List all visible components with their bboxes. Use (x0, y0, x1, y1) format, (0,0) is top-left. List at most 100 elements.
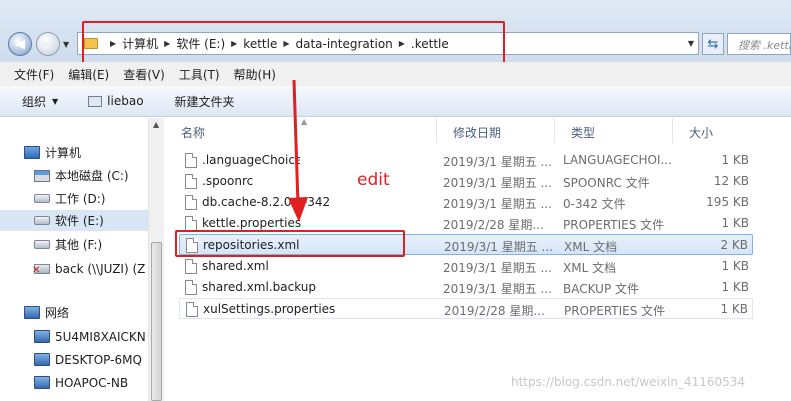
file-type: 0-342 文件 (563, 197, 626, 211)
scrollbar-thumb[interactable] (151, 242, 162, 401)
file-type: SPOONRC 文件 (563, 176, 650, 190)
recent-pages-chevron-icon[interactable]: ▼ (63, 40, 69, 49)
navigation-pane: 计算机 本地磁盘 (C:) 工作 (D:) 软件 (E:) 其他 (F:) ba… (0, 118, 148, 401)
file-size: 1 KB (720, 302, 748, 316)
back-button[interactable]: ◀ (8, 32, 32, 56)
computer-icon (34, 330, 50, 343)
column-header-date[interactable]: 修改日期 (437, 118, 555, 143)
annotation-arrow (288, 79, 308, 222)
computer-icon (34, 353, 50, 366)
menu-tools[interactable]: 工具(T) (179, 66, 220, 83)
file-icon (185, 216, 197, 231)
file-name: shared.xml (202, 259, 269, 273)
sidebar-item-label: 5U4MI8XAICKN (55, 329, 146, 344)
sidebar-item-network-drive-z[interactable]: back (\\JUZI) (Z (32, 258, 146, 279)
file-size: 1 KB (721, 280, 749, 294)
column-header-size[interactable]: 大小 (673, 118, 753, 143)
file-name: xulSettings.properties (203, 302, 336, 316)
column-header-type[interactable]: 类型 (555, 118, 673, 143)
menu-view[interactable]: 查看(V) (123, 66, 165, 83)
chevron-down-icon: ▼ (52, 96, 59, 106)
sidebar-item-drive-e[interactable]: 软件 (E:) (0, 210, 148, 231)
refresh-icon: ⇆ (707, 36, 719, 52)
file-size: 195 KB (706, 195, 749, 209)
file-icon (185, 153, 197, 168)
file-row[interactable]: db.cache-8.2.0.0-342 2019/3/1 星期五 ... 0-… (179, 192, 753, 213)
sidebar-item-host[interactable]: 5U4MI8XAICKN (34, 326, 146, 347)
file-row[interactable]: .languageChoice 2019/3/1 星期五 ... LANGUAG… (179, 150, 753, 171)
file-size: 1 KB (721, 153, 749, 167)
menu-help[interactable]: 帮助(H) (234, 66, 276, 83)
file-name: .spoonrc (202, 174, 254, 188)
file-date: 2019/2/28 星期... (444, 304, 545, 318)
file-date: 2019/3/1 星期五 ... (443, 282, 552, 296)
menu-bar: 文件(F) 编辑(E) 查看(V) 工具(T) 帮助(H) (0, 62, 791, 86)
forward-button[interactable]: ▶ (36, 32, 60, 56)
sidebar-item-drive-f[interactable]: 其他 (F:) (34, 234, 102, 255)
sidebar-item-label: HOAPOC-NB (55, 375, 129, 390)
liebao-button[interactable]: liebao (88, 94, 144, 108)
file-type: XML 文档 (564, 240, 618, 254)
sidebar-item-label: DESKTOP-6MQ (55, 352, 142, 367)
scroll-up-icon[interactable]: ▲ (153, 120, 159, 129)
sidebar-item-computer[interactable]: 计算机 (24, 142, 81, 163)
liebao-label: liebao (107, 94, 144, 108)
file-icon (186, 302, 198, 317)
arrow-shaft (292, 79, 300, 206)
file-row[interactable]: shared.xml.backup 2019/3/1 星期五 ... BACKU… (179, 277, 753, 298)
sidebar-item-host[interactable]: DESKTOP-6MQ (34, 349, 142, 370)
file-size: 1 KB (721, 259, 749, 273)
local-disk-icon (34, 169, 50, 182)
forward-arrow-icon: ▶ (43, 36, 53, 52)
sidebar-item-label: 计算机 (45, 146, 82, 160)
sidebar-item-host[interactable]: HOAPOC-NB (34, 372, 128, 393)
drive-icon (34, 194, 50, 203)
file-type: LANGUAGECHOI... (563, 153, 672, 167)
file-size: 12 KB (713, 174, 749, 188)
organize-button[interactable]: 组织 ▼ (22, 93, 58, 110)
menu-file[interactable]: 文件(F) (14, 66, 54, 83)
file-list: ▲ 名称 修改日期 类型 大小 .languageChoice 2019/3/1… (165, 117, 791, 401)
column-header-label: 名称 (181, 126, 206, 140)
file-size: 1 KB (721, 216, 749, 230)
file-date: 2019/3/1 星期五 ... (444, 240, 553, 254)
file-highlight-box (175, 230, 405, 257)
sidebar-item-drive-d[interactable]: 工作 (D:) (34, 188, 105, 209)
file-name: shared.xml.backup (202, 280, 317, 294)
file-row[interactable]: xulSettings.properties 2019/2/28 星期... P… (179, 298, 753, 319)
sidebar-item-label: 本地磁盘 (C:) (55, 169, 129, 183)
computer-icon (24, 146, 40, 159)
search-input[interactable]: 搜索 .kettle (727, 33, 791, 55)
file-date: 2019/3/1 星期五 ... (443, 155, 552, 169)
organize-label: 组织 (22, 94, 47, 109)
sidebar-item-label: 工作 (D:) (55, 192, 106, 206)
file-type: PROPERTIES 文件 (564, 304, 666, 318)
sidebar-item-network[interactable]: 网络 (24, 302, 69, 323)
sidebar-item-label: back (\\JUZI) (Z (55, 261, 146, 276)
computer-icon (34, 376, 50, 389)
menu-edit[interactable]: 编辑(E) (68, 66, 109, 83)
file-type: XML 文档 (563, 261, 617, 275)
file-row[interactable]: shared.xml 2019/3/1 星期五 ... XML 文档 1 KB (179, 256, 753, 277)
file-row[interactable]: .spoonrc 2019/3/1 星期五 ... SPOONRC 文件 12 … (179, 171, 753, 192)
arrow-head (288, 197, 308, 222)
sidebar-item-drive-c[interactable]: 本地磁盘 (C:) (34, 165, 129, 186)
file-date: 2019/2/28 星期... (443, 218, 544, 232)
file-type: PROPERTIES 文件 (563, 218, 665, 232)
refresh-button[interactable]: ⇆ (702, 33, 724, 55)
edit-annotation: edit (357, 170, 390, 190)
new-folder-button[interactable]: 新建文件夹 (175, 93, 235, 110)
address-dropdown-icon[interactable]: ▼ (688, 39, 694, 48)
file-date: 2019/3/1 星期五 ... (443, 261, 552, 275)
file-size: 2 KB (720, 238, 748, 252)
sidebar-scrollbar[interactable]: ▲ (148, 118, 164, 401)
watermark: https://blog.csdn.net/weixin_41160534 (511, 375, 746, 389)
file-name: db.cache-8.2.0.0-342 (202, 195, 331, 209)
sidebar-item-label: 软件 (E:) (55, 214, 104, 228)
command-toolbar: 组织 ▼ liebao 新建文件夹 (0, 86, 791, 117)
disconnected-network-drive-icon (32, 263, 50, 276)
file-date: 2019/3/1 星期五 ... (443, 197, 552, 211)
file-type: BACKUP 文件 (563, 282, 639, 296)
file-date: 2019/3/1 星期五 ... (443, 176, 552, 190)
network-icon (24, 306, 40, 319)
